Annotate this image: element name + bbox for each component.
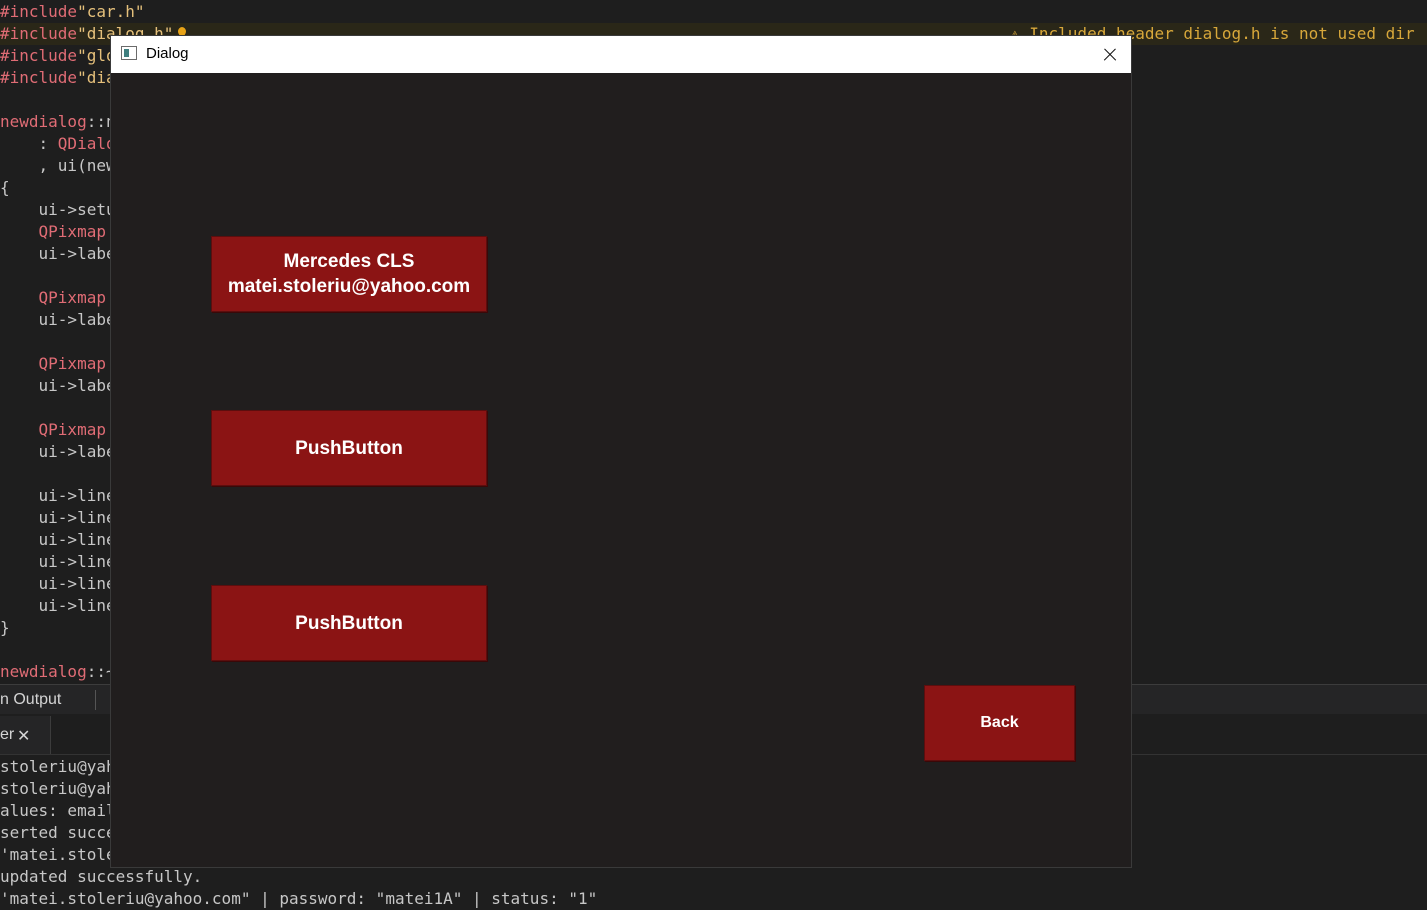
code-line: ui->labe	[0, 309, 116, 331]
code-line: ui->setu	[0, 199, 116, 221]
push-button-3[interactable]: PushButton	[211, 585, 487, 661]
code-line: ui->labe	[0, 441, 116, 463]
dialog-titlebar[interactable]: Dialog	[111, 36, 1131, 73]
code-token: QPixmap	[0, 354, 106, 373]
code-token: #include	[0, 24, 78, 43]
back-button-label: Back	[980, 714, 1019, 731]
code-line: #include"car.h"	[0, 1, 145, 23]
code-token: #include	[0, 46, 78, 65]
push-button-2-label: PushButton	[295, 437, 403, 459]
code-token: "car.h"	[77, 2, 145, 21]
code-line: , ui(new	[0, 155, 116, 177]
dialog-window: Dialog Mercedes CLS matei.stoleriu@yahoo…	[111, 36, 1131, 867]
code-token: ui->line	[0, 574, 116, 593]
code-token: QDialo	[57, 134, 116, 153]
code-line: newdialog::n	[0, 111, 116, 133]
code-token: #include	[0, 2, 78, 21]
code-line: QPixmap	[0, 419, 106, 441]
code-token: ui->line	[0, 486, 116, 505]
code-line: ui->labe	[0, 375, 116, 397]
code-token: , ui(	[0, 156, 87, 175]
code-line: ui->line	[0, 551, 116, 573]
code-token: ui->labe	[0, 244, 116, 263]
code-token: ui->labe	[0, 376, 116, 395]
output-tab-label[interactable]: er	[0, 726, 14, 744]
code-line: : QDialo	[0, 133, 116, 155]
code-token: "dia	[77, 68, 116, 87]
code-line: #include"glo	[0, 45, 116, 67]
lightbulb-icon[interactable]	[178, 27, 186, 36]
code-line: {	[0, 177, 10, 199]
code-token: ui->setu	[0, 200, 116, 219]
car-model-label: Mercedes CLS	[283, 251, 415, 272]
code-line: QPixmap	[0, 221, 106, 243]
code-token: #include	[0, 68, 78, 87]
window-icon	[121, 46, 137, 60]
code-token: QPixmap	[0, 288, 106, 307]
code-token: ui->labe	[0, 310, 116, 329]
code-line: ui->line	[0, 507, 116, 529]
code-line: ui->line	[0, 573, 116, 595]
output-line: alues: email	[0, 801, 116, 820]
car-info-button[interactable]: Mercedes CLS matei.stoleriu@yahoo.com	[211, 236, 487, 312]
code-token: newdialog	[0, 112, 87, 131]
code-token: ui->line	[0, 596, 116, 615]
push-button-3-label: PushButton	[295, 612, 403, 634]
code-token: "glo	[77, 46, 116, 65]
code-token: QPixmap	[0, 420, 106, 439]
push-button-2[interactable]: PushButton	[211, 410, 487, 486]
code-line: newdialog::~	[0, 661, 116, 683]
code-token: QPixmap	[0, 222, 106, 241]
output-line: updated successfully.	[0, 867, 203, 886]
code-token: }	[0, 618, 10, 637]
code-line: ui->line	[0, 485, 116, 507]
code-token: newdialog	[0, 662, 87, 681]
output-line: serted succe	[0, 823, 116, 842]
back-button[interactable]: Back	[924, 685, 1075, 761]
code-line: QPixmap	[0, 353, 106, 375]
code-token: {	[0, 178, 10, 197]
code-token: ui->line	[0, 508, 116, 527]
code-line: QPixmap	[0, 287, 106, 309]
code-token: ui->line	[0, 552, 116, 571]
close-icon[interactable]: ✕	[17, 726, 30, 745]
output-line: stoleriu@yah	[0, 757, 116, 776]
code-line: }	[0, 617, 10, 639]
dialog-title: Dialog	[146, 45, 189, 62]
owner-email-label: matei.stoleriu@yahoo.com	[227, 276, 471, 297]
close-button[interactable]	[1087, 36, 1131, 73]
output-header-divider	[95, 690, 96, 710]
code-line: ui->line	[0, 529, 116, 551]
output-line: stoleriu@yah	[0, 779, 116, 798]
code-token: ui->line	[0, 530, 116, 549]
output-pane-title[interactable]: n Output	[0, 691, 61, 709]
code-line: ui->line	[0, 595, 116, 617]
code-token: ui->labe	[0, 442, 116, 461]
output-line: 'matei.stole	[0, 845, 116, 864]
code-line: ui->labe	[0, 243, 116, 265]
code-line: #include"dia	[0, 67, 116, 89]
code-token: :	[0, 134, 58, 153]
